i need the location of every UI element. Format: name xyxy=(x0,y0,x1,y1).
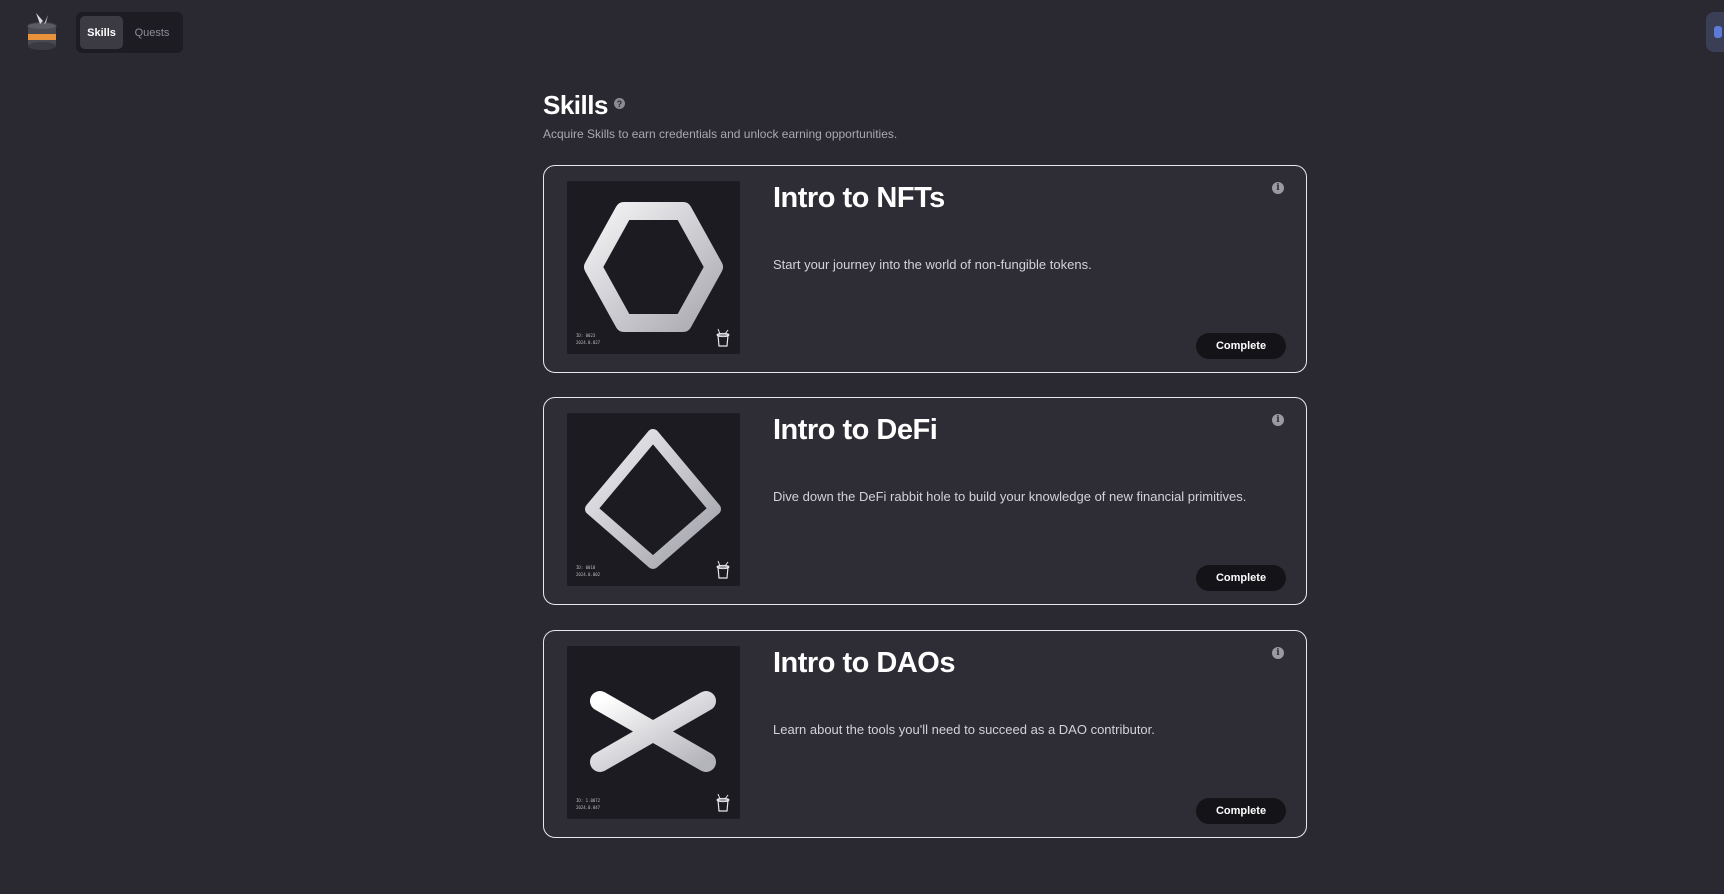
skill-description: Dive down the DeFi rabbit hole to build … xyxy=(773,489,1247,504)
skill-art: ID: 1.0072 2024.0.047 xyxy=(567,646,740,819)
page-title: Skills xyxy=(543,90,608,120)
account-icon xyxy=(1714,26,1722,38)
skill-card-nfts[interactable]: ID: 0023 2024.0.027 Intro to NFTs Start y… xyxy=(543,165,1307,373)
art-caption: ID: 0023 2024.0.027 xyxy=(576,333,601,345)
complete-button[interactable]: Complete xyxy=(1196,798,1286,824)
skill-description: Start your journey into the world of non… xyxy=(773,257,1092,272)
top-hat-mark-icon xyxy=(716,328,730,347)
page-header: Skills ? Acquire Skills to earn credenti… xyxy=(543,90,1303,141)
top-hat-logo-icon[interactable] xyxy=(20,10,64,54)
page-subtitle: Acquire Skills to earn credentials and u… xyxy=(543,127,898,141)
skill-art: ID: 0023 2024.0.027 xyxy=(567,181,740,354)
complete-button[interactable]: Complete xyxy=(1196,333,1286,359)
info-icon[interactable]: i xyxy=(1272,414,1284,426)
skill-title: Intro to DeFi xyxy=(773,414,938,446)
account-button[interactable] xyxy=(1706,12,1724,52)
help-icon[interactable]: ? xyxy=(613,98,625,109)
top-bar: Skills Quests xyxy=(0,0,1724,66)
info-icon[interactable]: i xyxy=(1272,182,1284,194)
top-hat-mark-icon xyxy=(716,560,730,579)
skill-art: ID: 0010 2024.0.002 xyxy=(567,413,740,586)
tab-quests[interactable]: Quests xyxy=(125,16,179,49)
art-caption: ID: 0010 2024.0.002 xyxy=(576,565,601,577)
art-caption: ID: 1.0072 2024.0.047 xyxy=(576,798,601,810)
nav-tabs: Skills Quests xyxy=(76,12,183,53)
tab-skills[interactable]: Skills xyxy=(80,16,123,49)
skill-title: Intro to DAOs xyxy=(773,647,956,679)
top-hat-mark-icon xyxy=(716,793,730,812)
info-icon[interactable]: i xyxy=(1272,647,1284,659)
skill-card-defi[interactable]: ID: 0010 2024.0.002 Intro to DeFi Dive do… xyxy=(543,397,1307,605)
complete-button[interactable]: Complete xyxy=(1196,565,1286,591)
skill-title: Intro to NFTs xyxy=(773,182,945,214)
skill-description: Learn about the tools you'll need to suc… xyxy=(773,722,1155,737)
skill-card-daos[interactable]: ID: 1.0072 2024.0.047 Intro to DAOs Learn… xyxy=(543,630,1307,838)
